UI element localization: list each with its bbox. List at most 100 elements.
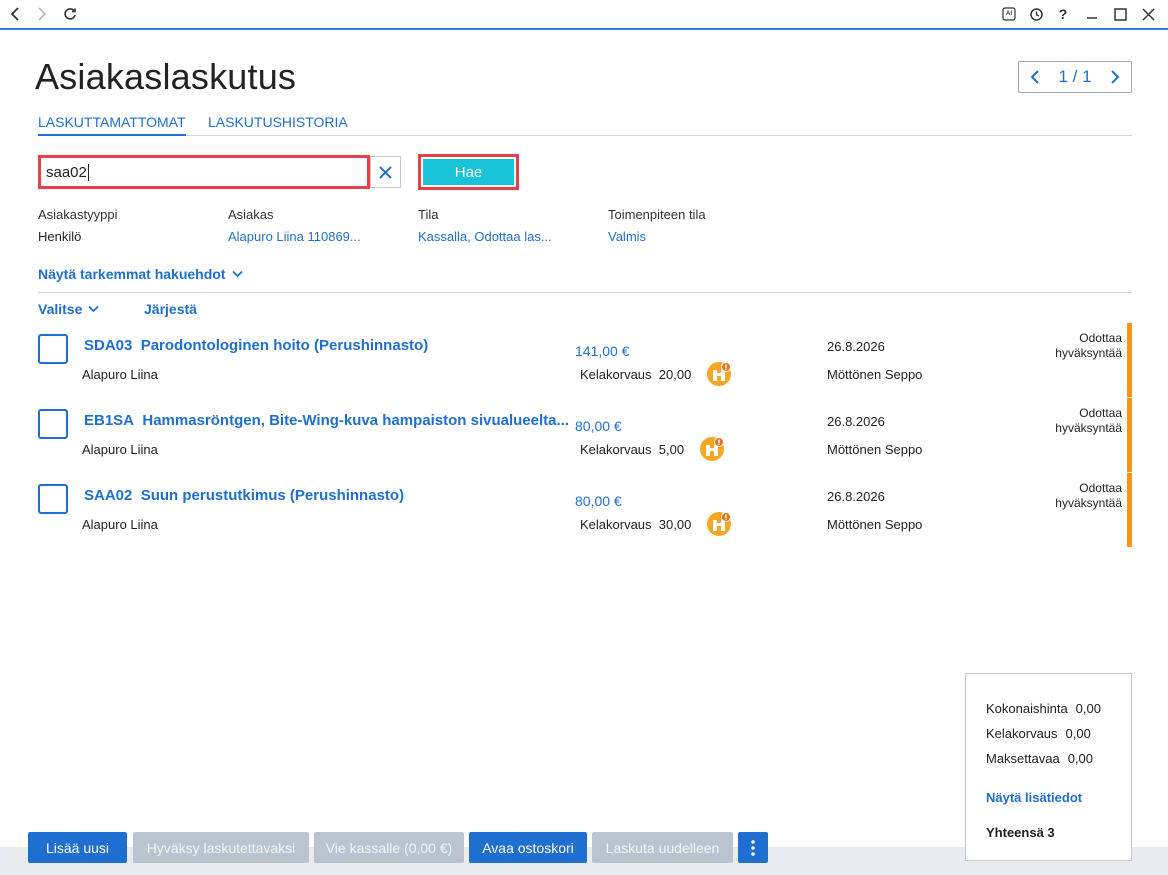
divider bbox=[38, 292, 1132, 293]
summary-value: 0,00 bbox=[1067, 751, 1094, 766]
filter-value-link[interactable]: Kassalla, Odottaa las... bbox=[418, 229, 552, 244]
kela-value: 5,00 bbox=[658, 442, 685, 457]
filter-status: Tila Kassalla, Odottaa las... bbox=[418, 207, 552, 244]
filter-label: Tila bbox=[418, 207, 439, 222]
prev-page-button[interactable] bbox=[1027, 67, 1043, 87]
search-button-highlight: Hae bbox=[418, 154, 519, 190]
text-caret bbox=[87, 163, 89, 181]
filter-value-link[interactable]: Alapuro Liina 110869... bbox=[228, 229, 361, 244]
clear-icon bbox=[379, 165, 392, 179]
kela-value: 20,00 bbox=[658, 367, 692, 382]
status-bar bbox=[1127, 473, 1132, 547]
summary-label: Kokonaishinta bbox=[986, 701, 1068, 716]
ai-badge-label: AI bbox=[1006, 11, 1012, 17]
tab-bar: LASKUTTAMATTOMAT LASKUTUSHISTORIA bbox=[38, 114, 1132, 136]
add-new-button[interactable]: Lisää uusi bbox=[28, 832, 127, 863]
filter-label: Toimenpiteen tila bbox=[608, 207, 706, 222]
row-title: Hammasröntgen, Bite-Wing-kuva hampaiston… bbox=[142, 412, 569, 429]
pager-label: 1 / 1 bbox=[1058, 67, 1092, 86]
row-title: Suun perustutkimus (Perushinnasto) bbox=[140, 487, 405, 504]
kela-warning-icon bbox=[706, 511, 732, 537]
filter-label: Asiakas bbox=[228, 207, 274, 222]
summary-value: 0,00 bbox=[1065, 726, 1091, 741]
more-filters-link[interactable]: Näytä tarkemmat hakuehdot bbox=[38, 266, 243, 282]
summary-value: 0,00 bbox=[1075, 701, 1101, 716]
close-icon[interactable] bbox=[1139, 5, 1157, 23]
more-actions-button[interactable] bbox=[738, 832, 768, 863]
pager: 1 / 1 bbox=[1018, 61, 1132, 93]
list-item: EB1SA Hammasröntgen, Bite-Wing-kuva hamp… bbox=[0, 398, 1168, 472]
minimize-icon[interactable] bbox=[1083, 5, 1101, 23]
row-checkbox[interactable] bbox=[38, 334, 68, 364]
row-code: EB1SA bbox=[84, 412, 135, 429]
summary-count: Yhteensä 3 bbox=[986, 825, 1055, 840]
status-bar bbox=[1127, 398, 1132, 472]
reload-icon[interactable] bbox=[61, 5, 79, 23]
list-item: SAA02 Suun perustutkimus (Perushinnasto)… bbox=[0, 473, 1168, 547]
approve-button[interactable]: Hyväksy laskutettavaksi bbox=[133, 832, 309, 863]
show-details-link[interactable]: Näytä lisätiedot bbox=[986, 790, 1131, 805]
list-item: SDA03 Parodontologinen hoito (Perushinna… bbox=[0, 323, 1168, 397]
row-kela: Kelakorvaus 5,00 bbox=[580, 442, 684, 457]
row-title-link[interactable]: EB1SA Hammasröntgen, Bite-Wing-kuva hamp… bbox=[84, 412, 569, 429]
select-dropdown[interactable]: Valitse bbox=[38, 301, 100, 317]
page-title: Asiakaslaskutus bbox=[35, 56, 297, 97]
tab-laskuttamattomat[interactable]: LASKUTTAMATTOMAT bbox=[38, 114, 186, 136]
ai-icon[interactable]: AI bbox=[1000, 5, 1018, 23]
sort-button[interactable]: Järjestä bbox=[144, 301, 197, 317]
row-status: Odottaa hyväksyntää bbox=[1055, 331, 1122, 360]
row-worker: Möttönen Seppo bbox=[827, 517, 923, 532]
maximize-icon[interactable] bbox=[1111, 5, 1129, 23]
row-title-link[interactable]: SAA02 Suun perustutkimus (Perushinnasto) bbox=[84, 487, 404, 504]
kela-label: Kelakorvaus bbox=[580, 517, 652, 532]
row-status: Odottaa hyväksyntää bbox=[1055, 481, 1122, 510]
row-worker: Möttönen Seppo bbox=[827, 367, 923, 382]
row-checkbox[interactable] bbox=[38, 409, 68, 439]
kela-warning-icon bbox=[699, 436, 725, 462]
row-checkbox[interactable] bbox=[38, 484, 68, 514]
kela-warning-icon bbox=[706, 361, 732, 387]
open-cart-button[interactable]: Avaa ostoskori bbox=[469, 832, 587, 863]
status-bar bbox=[1127, 323, 1132, 397]
filter-value: Henkilö bbox=[38, 229, 82, 244]
reinvoice-button[interactable]: Laskuta uudelleen bbox=[592, 832, 733, 863]
back-icon[interactable] bbox=[6, 5, 24, 23]
next-page-button[interactable] bbox=[1107, 67, 1123, 87]
row-customer: Alapuro Liina bbox=[82, 367, 158, 382]
chevron-down-icon bbox=[231, 270, 243, 278]
to-cashier-button[interactable]: Vie kassalle (0,00 €) bbox=[314, 832, 464, 863]
row-worker: Möttönen Seppo bbox=[827, 442, 923, 457]
more-filters-label: Näytä tarkemmat hakuehdot bbox=[38, 266, 226, 282]
kela-value: 30,00 bbox=[658, 517, 692, 532]
clear-search-button[interactable] bbox=[370, 156, 401, 188]
window-toolbar: AI ? bbox=[0, 0, 1168, 30]
row-date: 26.8.2026 bbox=[827, 489, 885, 504]
row-date: 26.8.2026 bbox=[827, 414, 885, 429]
row-code: SDA03 bbox=[84, 337, 133, 354]
row-date: 26.8.2026 bbox=[827, 339, 885, 354]
summary-label: Maksettavaa bbox=[986, 751, 1060, 766]
forward-icon[interactable] bbox=[33, 5, 51, 23]
summary-label: Kelakorvaus bbox=[986, 726, 1058, 741]
filter-customer-type: Asiakastyyppi Henkilö bbox=[38, 207, 117, 244]
filter-procedure-status: Toimenpiteen tila Valmis bbox=[608, 207, 706, 244]
filter-label: Asiakastyyppi bbox=[38, 207, 118, 222]
summary-payable: Maksettavaa 0,00 bbox=[986, 751, 1131, 776]
row-customer: Alapuro Liina bbox=[82, 442, 158, 457]
history-icon[interactable] bbox=[1027, 5, 1045, 23]
row-status: Odottaa hyväksyntää bbox=[1055, 406, 1122, 435]
summary-panel: Kokonaishinta 0,00 Kelakorvaus 0,00 Makset… bbox=[965, 673, 1132, 861]
tab-laskutushistoria[interactable]: LASKUTUSHISTORIA bbox=[208, 114, 348, 134]
search-input[interactable]: saa02 bbox=[38, 155, 370, 189]
search-button[interactable]: Hae bbox=[423, 159, 514, 185]
row-title-link[interactable]: SDA03 Parodontologinen hoito (Perushinna… bbox=[84, 337, 428, 354]
kela-label: Kelakorvaus bbox=[580, 367, 652, 382]
kela-label: Kelakorvaus bbox=[580, 442, 652, 457]
chevron-down-icon bbox=[88, 305, 100, 313]
row-code: SAA02 bbox=[84, 487, 133, 504]
help-icon[interactable]: ? bbox=[1054, 5, 1072, 23]
select-label: Valitse bbox=[38, 301, 83, 317]
row-price: 80,00 € bbox=[575, 493, 622, 509]
filter-value-link[interactable]: Valmis bbox=[608, 229, 706, 244]
summary-total-price: Kokonaishinta 0,00 bbox=[986, 701, 1131, 726]
